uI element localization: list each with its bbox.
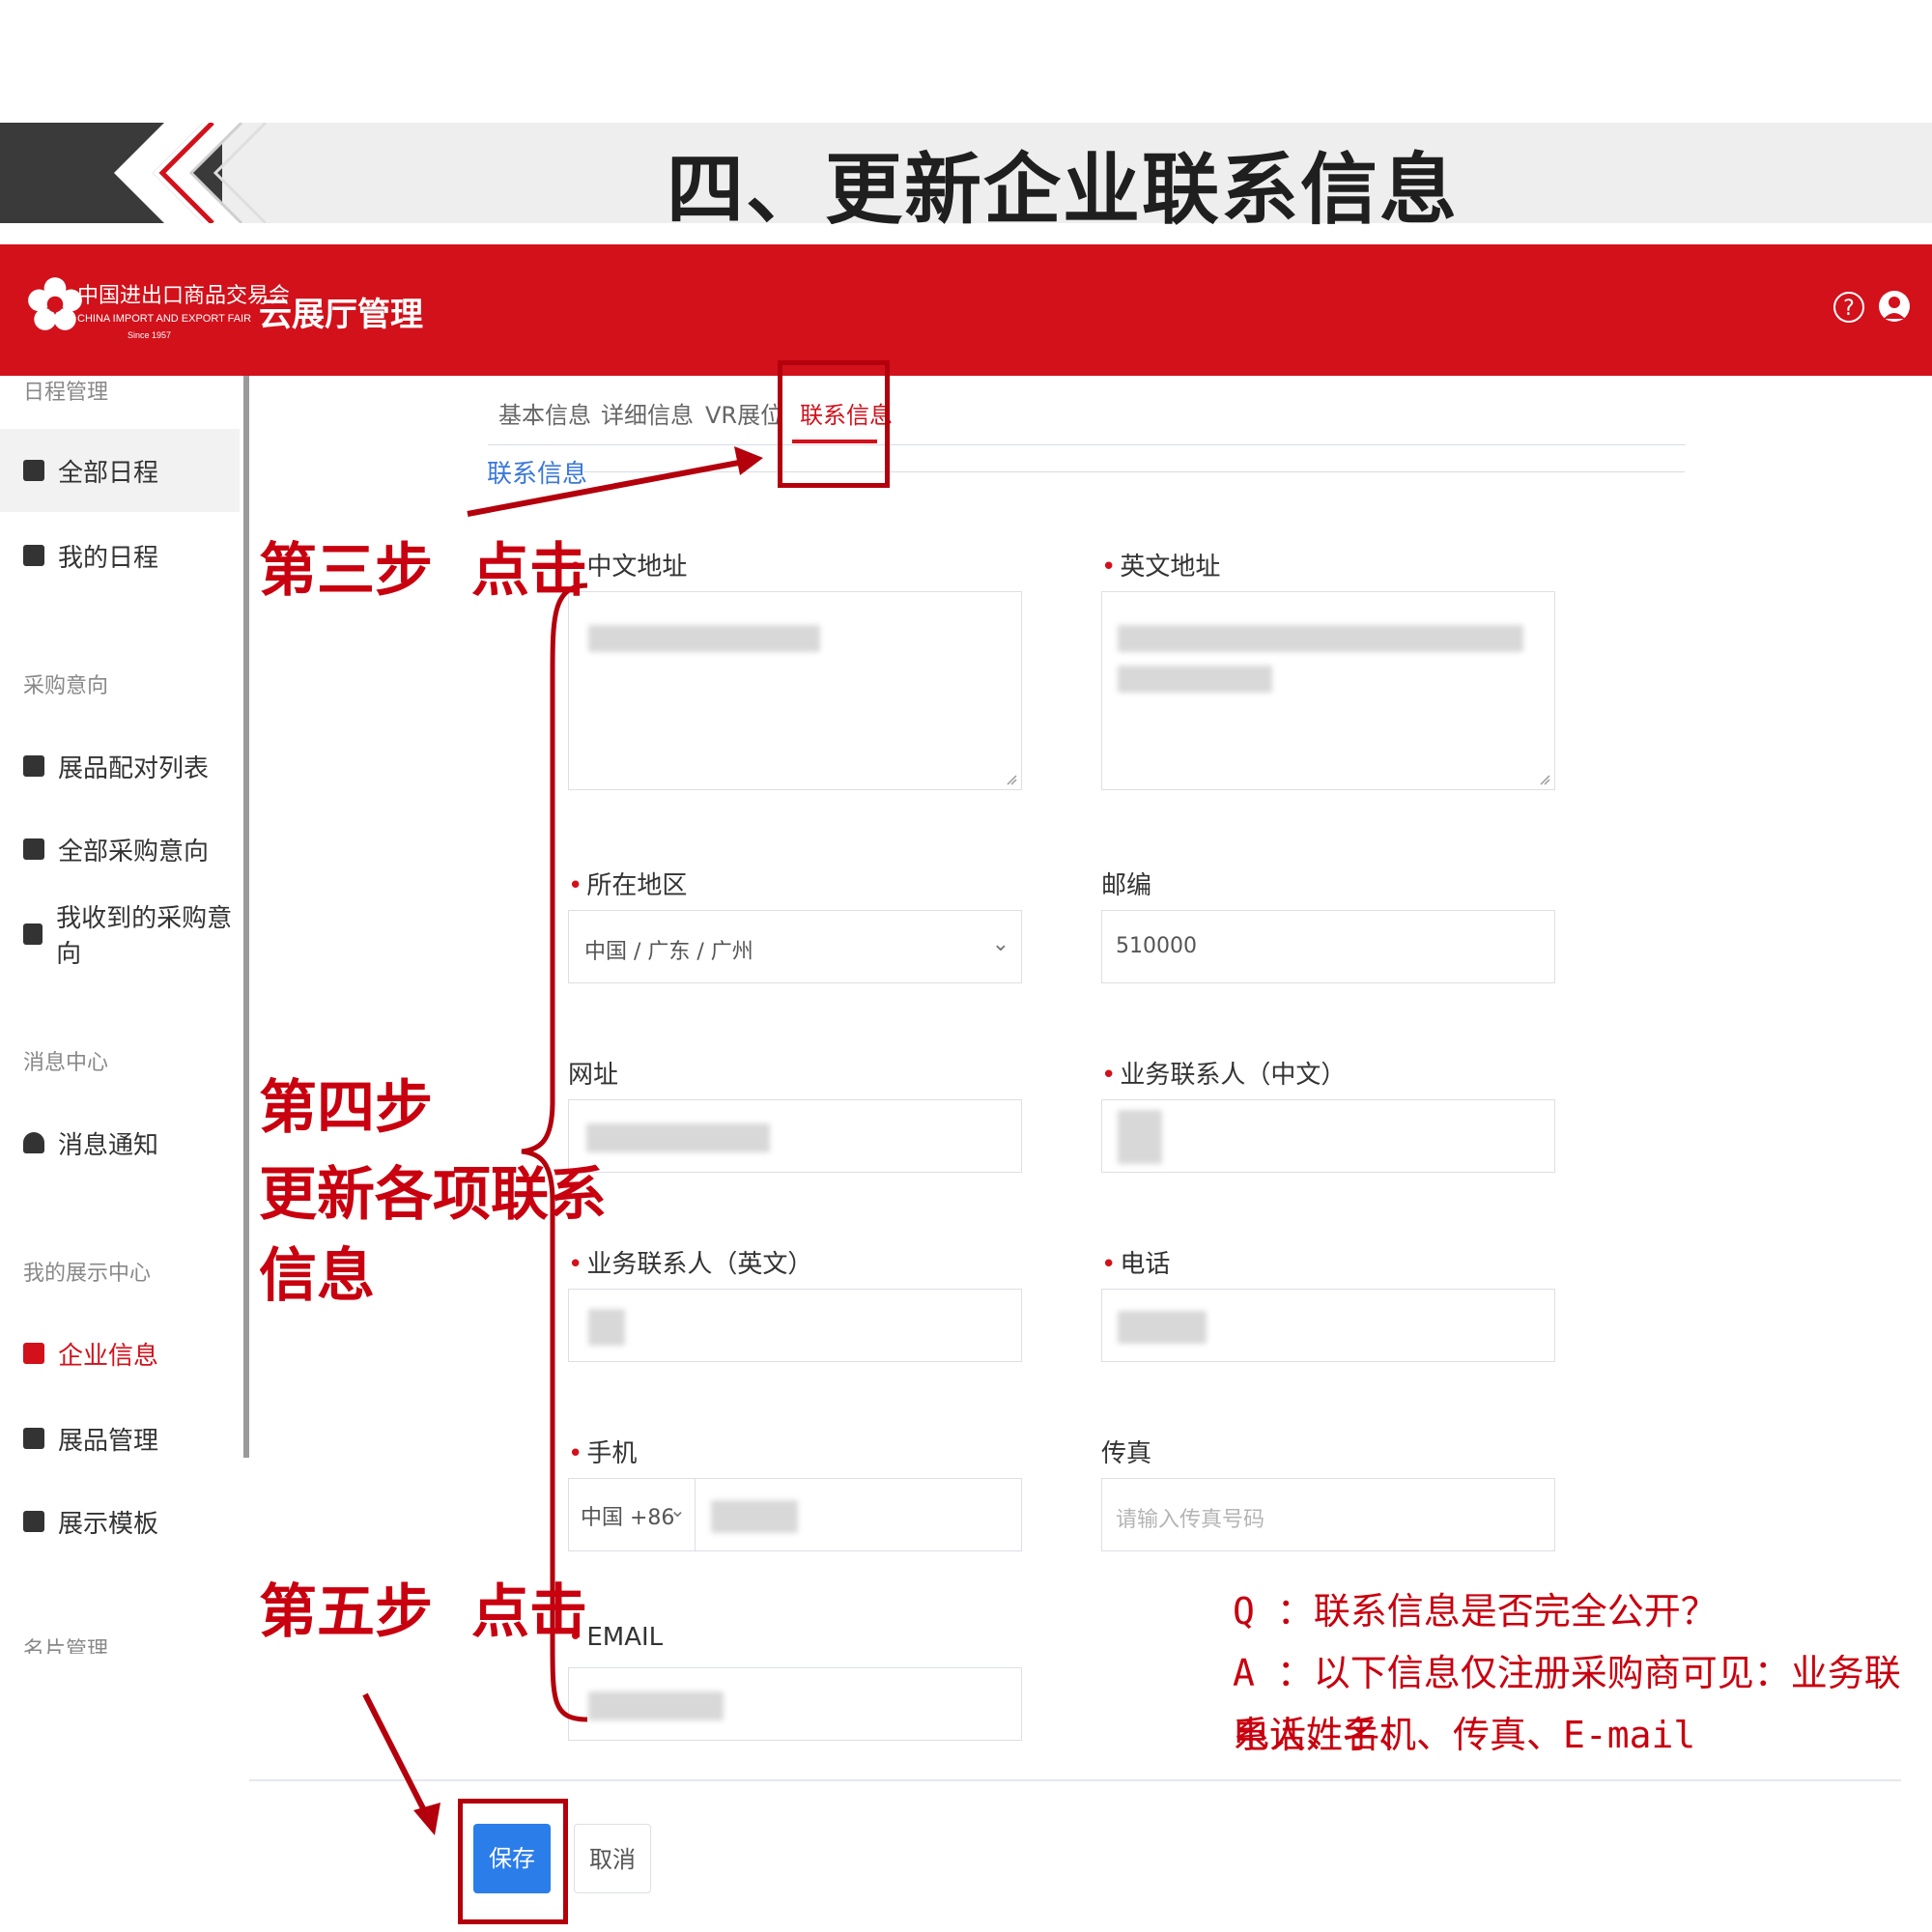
annotation-step4-line3: 信息 (259, 1242, 375, 1310)
qa-answer-line2: 电话、手机、传真、E-mail (1233, 1714, 1696, 1756)
arrowhead-icon (734, 446, 763, 475)
arrow-to-tab (467, 459, 745, 517)
qa-question: Q ：联系信息是否完全公开？ (1233, 1590, 1718, 1633)
annotation-step5: 第五步 点击 (259, 1578, 587, 1646)
arrow-to-save (362, 1692, 430, 1818)
annotation-step4-line1: 第四步 (259, 1074, 433, 1142)
annotation-step4-line2: 更新各项联系 (259, 1161, 607, 1229)
annotation-step3: 第三步 点击 (259, 537, 587, 605)
arrowhead-icon (413, 1803, 440, 1835)
curly-brace (521, 582, 588, 1722)
